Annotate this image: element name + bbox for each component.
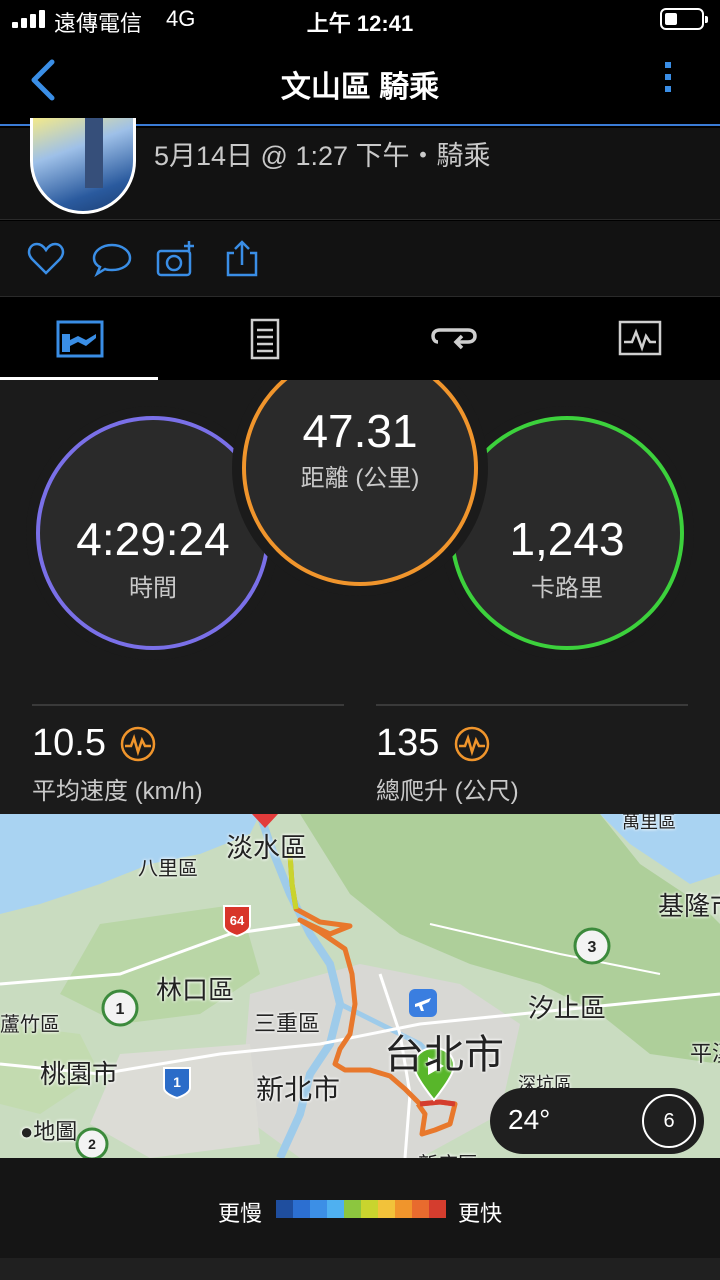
bottom-strip [0, 1258, 720, 1280]
activity-subtitle: 5月14日 @ 1:27 下午・騎乘 [154, 141, 491, 171]
legend-swatch [310, 1200, 327, 1218]
total-ascent-value: 135 [376, 722, 440, 764]
legend-fast-label: 更快 [458, 1201, 503, 1226]
legend-swatch [293, 1200, 310, 1218]
legend-swatch [429, 1200, 446, 1218]
clock: 上午 12:41 [306, 11, 414, 36]
avg-speed-label: 平均速度 (km/h) [32, 778, 203, 805]
place-taipei: 台北市 [384, 1033, 504, 1077]
page-title: 文山區 騎乘 [280, 71, 440, 104]
comment-icon [92, 243, 132, 278]
legend-swatch [361, 1200, 378, 1218]
place-new-taipei: 新北市 [256, 1074, 341, 1105]
divider [32, 704, 344, 706]
legend-swatch [395, 1200, 412, 1218]
tab-summary[interactable] [0, 298, 180, 380]
avg-speed-metric: 10.5 平均速度 (km/h) [32, 722, 203, 806]
battery-icon [660, 8, 708, 30]
share-icon [226, 240, 258, 277]
heart-icon [27, 242, 65, 275]
distance-ring: 47.31 距離 (公里) [242, 380, 478, 586]
national-route-badge-icon: 2 [75, 1127, 109, 1158]
place-linkou: 林口區 [156, 975, 235, 1005]
navigation-bar: 文山區 騎乘 [0, 40, 720, 126]
activity-header: 5月14日 @ 1:27 下午・騎乘 [0, 118, 720, 220]
comment-button[interactable] [92, 239, 132, 279]
distance-value: 47.31 [302, 405, 418, 457]
time-ring: 4:29:24 時間 [36, 416, 270, 650]
calories-value: 1,243 [509, 513, 625, 565]
distance-label: 距離 (公里) [300, 465, 420, 492]
national-route-badge-icon: 1 [101, 989, 139, 1027]
legend-swatch [412, 1200, 429, 1218]
like-button[interactable] [26, 239, 66, 279]
avg-speed-value: 10.5 [32, 722, 106, 764]
speed-color-scale [276, 1200, 446, 1218]
place-luzhu: 蘆竹區 [0, 1014, 60, 1036]
summary-chart-icon [56, 320, 104, 358]
temperature-value: 24° [508, 1104, 551, 1135]
total-ascent-metric: 135 總爬升 (公尺) [376, 722, 519, 806]
map-attribution: ●地圖 [20, 1114, 77, 1146]
tab-laps[interactable] [360, 298, 540, 380]
place-xindian: 新店區 [418, 1148, 478, 1158]
calories-ring: 1,243 卡路里 [450, 416, 684, 650]
heart-rate-badge-icon [454, 726, 490, 761]
time-value: 4:29:24 [76, 513, 230, 565]
divider [376, 704, 688, 706]
route-map[interactable]: 64 1 3 1 2 淡水區 八里區 基隆市 萬里區 林口區 汐止區 三重區 台… [0, 814, 720, 1158]
tab-details[interactable] [180, 298, 360, 380]
time-label: 時間 [129, 575, 177, 602]
place-tamsui: 淡水區 [226, 833, 307, 863]
freeway-1-label: 1 [173, 1074, 181, 1090]
apple-logo-icon: ● [20, 1119, 34, 1144]
add-photo-button[interactable] [156, 239, 196, 279]
airport-icon [409, 989, 437, 1017]
speed-legend: 更慢 更快 [0, 1158, 720, 1258]
weather-widget[interactable]: 24° 6 [490, 1088, 704, 1154]
national-route-badge-icon: 3 [573, 927, 611, 965]
laps-repeat-icon [431, 328, 477, 350]
details-document-icon [250, 318, 280, 360]
legend-swatch [378, 1200, 395, 1218]
legend-swatch [276, 1200, 293, 1218]
place-keelung: 基隆市 [658, 891, 720, 921]
share-button[interactable] [222, 239, 262, 279]
route-2-label: 2 [88, 1136, 96, 1152]
place-xizhi: 汐止區 [528, 993, 607, 1023]
legend-slow-label: 更慢 [218, 1201, 263, 1226]
tab-bar [0, 298, 720, 380]
place-taoyuan: 桃園市 [40, 1059, 119, 1089]
charts-pulse-icon [618, 320, 662, 356]
wind-speed-value: 6 [663, 1110, 675, 1132]
place-pingxi: 平溪 [690, 1041, 720, 1066]
place-sanchong: 三重區 [254, 1011, 321, 1036]
calories-label: 卡路里 [531, 575, 603, 602]
legend-swatch [327, 1200, 344, 1218]
action-row [0, 221, 720, 297]
tab-charts[interactable] [540, 298, 720, 380]
place-wanli: 萬里區 [622, 814, 676, 832]
wind-compass-icon: 6 [642, 1094, 696, 1148]
more-options-button[interactable] [656, 58, 680, 106]
route-1-label: 1 [116, 1001, 125, 1018]
freeway-shield-icon: 1 [163, 1067, 191, 1100]
total-ascent-label: 總爬升 (公尺) [376, 778, 519, 805]
add-photo-icon [156, 241, 194, 277]
route-3-label: 3 [588, 939, 597, 956]
avatar[interactable] [30, 118, 136, 214]
status-bar: 遠傳電信 4G 上午 12:41 [0, 0, 720, 40]
map-attribution-text: 地圖 [33, 1119, 78, 1144]
highway-shield-icon: 64 [223, 905, 251, 938]
heart-rate-badge-icon [121, 726, 156, 761]
legend-swatch [344, 1200, 361, 1218]
highway-64-label: 64 [230, 913, 245, 928]
place-bali: 八里區 [138, 858, 198, 880]
stats-panel: 4:29:24 時間 1,243 卡路里 47.31 距離 (公里) 10.5 … [0, 380, 720, 814]
